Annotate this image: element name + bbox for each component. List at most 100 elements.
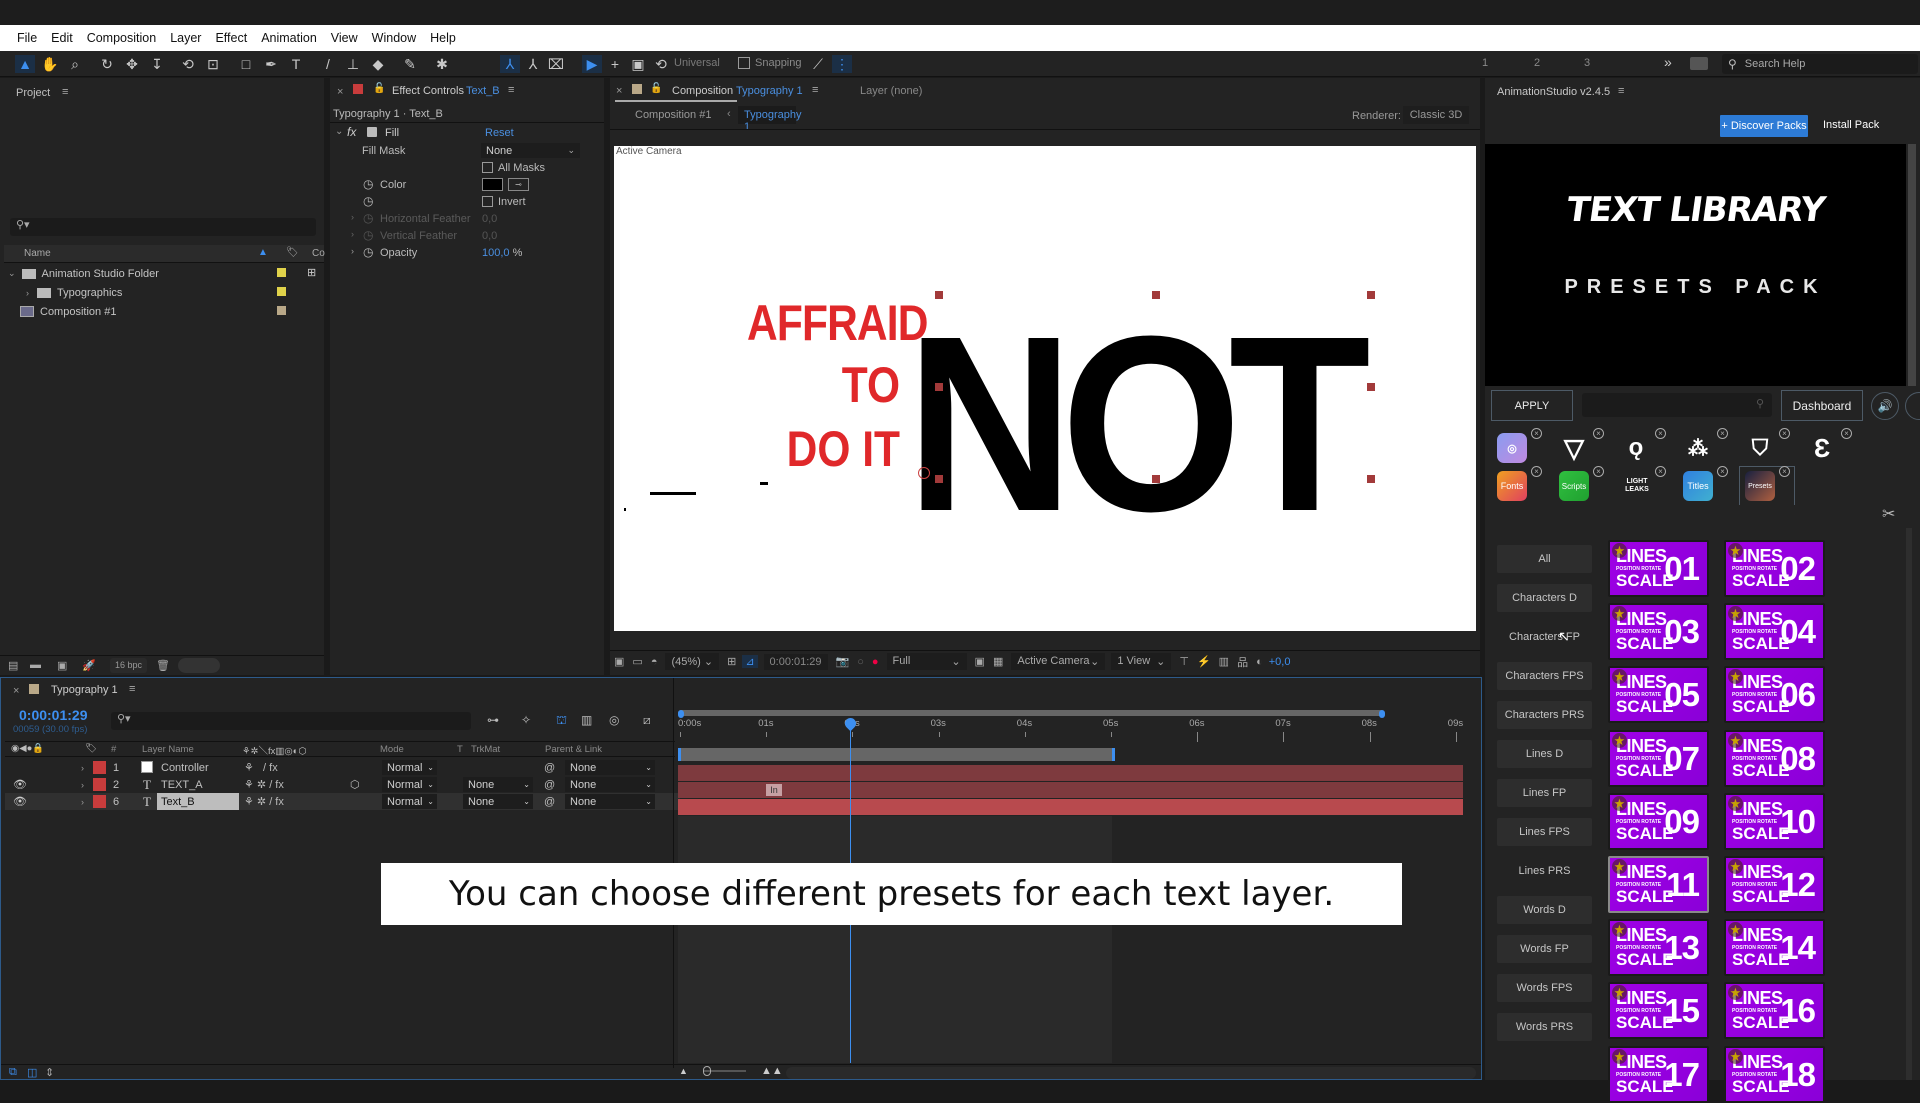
universal-select-icon[interactable]: ▶ [582, 55, 602, 73]
always-preview-icon[interactable]: ▣ [614, 655, 624, 668]
mask-visibility-icon[interactable]: ◓ [651, 656, 658, 668]
clone-stamp-icon[interactable]: ⊥ [343, 55, 363, 73]
preset-tile[interactable]: LINES POSITION ROTATE SCALE 18 ★ [1724, 1045, 1825, 1103]
panel-menu-icon[interactable]: ≡ [1618, 85, 1624, 97]
opacity-field[interactable]: 100,0 % [482, 247, 522, 259]
column-layer-name[interactable]: Layer Name [142, 744, 194, 755]
preset-tile[interactable]: LINES POSITION ROTATE SCALE 01 ★ [1608, 540, 1709, 597]
local-axis-icon[interactable]: ⅄ [500, 55, 520, 73]
favorite-star-icon[interactable]: ★ [1612, 985, 1627, 1001]
navigator-end-handle[interactable] [1379, 710, 1385, 718]
layer-bar-selected[interactable] [678, 799, 1463, 815]
expand-chevron-icon[interactable]: › [81, 759, 84, 776]
favorite-star-icon[interactable]: ★ [1612, 606, 1627, 622]
preset-tile[interactable]: LINES POSITION ROTATE SCALE 03 ★ [1608, 603, 1709, 661]
preset-tile[interactable]: LINES POSITION ROTATE SCALE 05 ★ [1608, 666, 1709, 724]
collapse-chevron-icon[interactable]: › [26, 288, 29, 298]
exposure-value[interactable]: +0,0 [1269, 656, 1291, 668]
effect-controls-tab-label[interactable]: Effect Controls [392, 85, 464, 97]
layer-name[interactable]: TEXT_A [161, 776, 203, 793]
more-workspaces-button[interactable]: » [1664, 54, 1672, 70]
remove-plugin-icon[interactable]: × [1531, 428, 1542, 439]
layer-row[interactable]: 👁 › 2 T TEXT_A ⚘ ✲ / fx ⬡ Normal ⌄ None ⌄ … [5, 776, 680, 793]
trkmat-dropdown[interactable]: None ⌄ [463, 777, 533, 792]
menu-file[interactable]: File [10, 31, 44, 45]
trkmat-dropdown[interactable]: None ⌄ [463, 794, 533, 809]
menu-animation[interactable]: Animation [254, 31, 324, 45]
remove-plugin-icon[interactable]: × [1779, 428, 1790, 439]
project-item[interactable]: ⌄ Animation Studio Folder ⊞ [0, 264, 320, 283]
favorite-star-icon[interactable]: ★ [1728, 543, 1743, 558]
snapshot-icon[interactable]: 📷 [836, 655, 850, 668]
time-ruler[interactable]: 0:00s01s02s03s04s05s06s07s08s09s [678, 718, 1468, 746]
pan-camera-icon[interactable]: ✥ [122, 55, 142, 73]
time-navigator-bar[interactable] [678, 710, 1384, 716]
panel-menu-icon[interactable]: ≡ [129, 683, 135, 695]
eraser-tool-icon[interactable]: ◆ [368, 55, 388, 73]
snap-edges-icon[interactable]: ⋮ [832, 55, 852, 73]
v-plugin-icon[interactable]: ▽ [1559, 433, 1589, 463]
timeline-icon[interactable]: ▥ [1219, 655, 1229, 668]
navigator-start-handle[interactable] [678, 710, 684, 718]
anchor-point-icon[interactable] [918, 467, 930, 479]
favorite-star-icon[interactable]: ★ [1728, 922, 1743, 938]
comp-flowchart-icon[interactable]: ⊶ [487, 713, 499, 727]
category-button[interactable]: Words D [1497, 896, 1592, 924]
favorite-star-icon[interactable]: ★ [1728, 732, 1743, 748]
lock-icon[interactable]: 🔓 [373, 83, 385, 94]
layer-switches[interactable]: ⚘ / fx [244, 759, 278, 776]
orbit-camera-icon[interactable]: ↻ [97, 55, 117, 73]
universal-scale-icon[interactable]: ▣ [628, 55, 648, 73]
zoom-out-icon[interactable]: ▲ [679, 1066, 688, 1076]
shy-layers-icon[interactable]: ⛫ [556, 713, 567, 729]
preset-tile[interactable]: LINES POSITION ROTATE SCALE 07 ★ [1608, 729, 1709, 787]
column-name[interactable]: Name [24, 248, 51, 259]
category-button[interactable]: Lines FP [1497, 779, 1592, 807]
reset-label[interactable]: Reset [485, 127, 514, 139]
snap-options-icon[interactable]: ⟋ [808, 55, 828, 73]
label-color-swatch[interactable] [277, 287, 286, 296]
effect-controls-tab-layer[interactable]: Text_B [466, 85, 500, 97]
favorite-star-icon[interactable]: ★ [1612, 859, 1627, 874]
favorite-star-icon[interactable]: ★ [1728, 606, 1743, 622]
parent-dropdown[interactable]: None ⌄ [565, 760, 655, 775]
preset-scrollbar[interactable] [1906, 528, 1912, 1080]
fast-preview-icon[interactable]: ▣ [975, 655, 985, 668]
remove-plugin-icon[interactable]: × [1531, 466, 1542, 477]
type-tool-icon[interactable]: T [286, 55, 306, 73]
composition-viewer[interactable]: Active Camera AFFRAID TO DO IT NOT [614, 146, 1476, 631]
effect-fill-row[interactable]: ⌄ fx Fill Reset [333, 125, 603, 142]
discover-packs-button[interactable]: + Discover Packs [1720, 115, 1808, 137]
menu-window[interactable]: Window [365, 31, 423, 45]
remove-plugin-icon[interactable]: × [1841, 428, 1852, 439]
breadcrumb-parent[interactable]: Composition #1 [635, 109, 711, 121]
favorite-star-icon[interactable]: ★ [1728, 795, 1743, 811]
favorite-star-icon[interactable]: ★ [1612, 543, 1627, 558]
preset-tile[interactable]: LINES POSITION ROTATE SCALE 16 ★ [1724, 982, 1825, 1040]
composition-tab[interactable]: Composition Typography 1 [672, 85, 803, 97]
layer-name[interactable]: Text_B [157, 793, 239, 810]
puppet-pin-icon[interactable]: ✱ [432, 55, 452, 73]
remove-plugin-icon[interactable]: × [1717, 466, 1728, 477]
pick-whip-icon[interactable]: @ [544, 793, 555, 810]
transparency-grid-icon[interactable]: ⊿ [742, 655, 758, 668]
menu-composition[interactable]: Composition [80, 31, 163, 45]
visibility-eye-icon[interactable]: 👁 [13, 776, 27, 793]
checker-icon[interactable]: ▦ [993, 655, 1003, 668]
visibility-eye-icon[interactable]: 👁 [13, 793, 27, 810]
tools-icon[interactable]: ✂ [1882, 504, 1895, 524]
category-button[interactable]: Characters FP [1497, 623, 1592, 651]
renderer-dropdown[interactable]: Classic 3D [1403, 106, 1469, 124]
layer-row-selected[interactable]: 👁 › 6 T Text_B ⚘ ✲ / fx Normal ⌄ None ⌄ @ … [5, 793, 680, 810]
expand-chevron-icon[interactable]: › [351, 212, 354, 222]
fonts-plugin-icon[interactable]: Fonts [1497, 471, 1527, 501]
mode-dropdown[interactable]: Normal ⌄ [382, 760, 437, 775]
project-search-input[interactable]: ⚲▾ [10, 218, 316, 236]
close-tab-icon[interactable]: × [13, 685, 19, 697]
opacity-value[interactable]: 100,0 [482, 247, 510, 259]
diamond-plugin-icon[interactable]: ⁂ [1683, 433, 1713, 463]
panel-menu-icon[interactable]: ≡ [812, 84, 818, 96]
roto-brush-icon[interactable]: ✎ [400, 55, 420, 73]
transform-handle[interactable] [1152, 291, 1160, 299]
category-button[interactable]: Lines PRS [1497, 857, 1592, 885]
